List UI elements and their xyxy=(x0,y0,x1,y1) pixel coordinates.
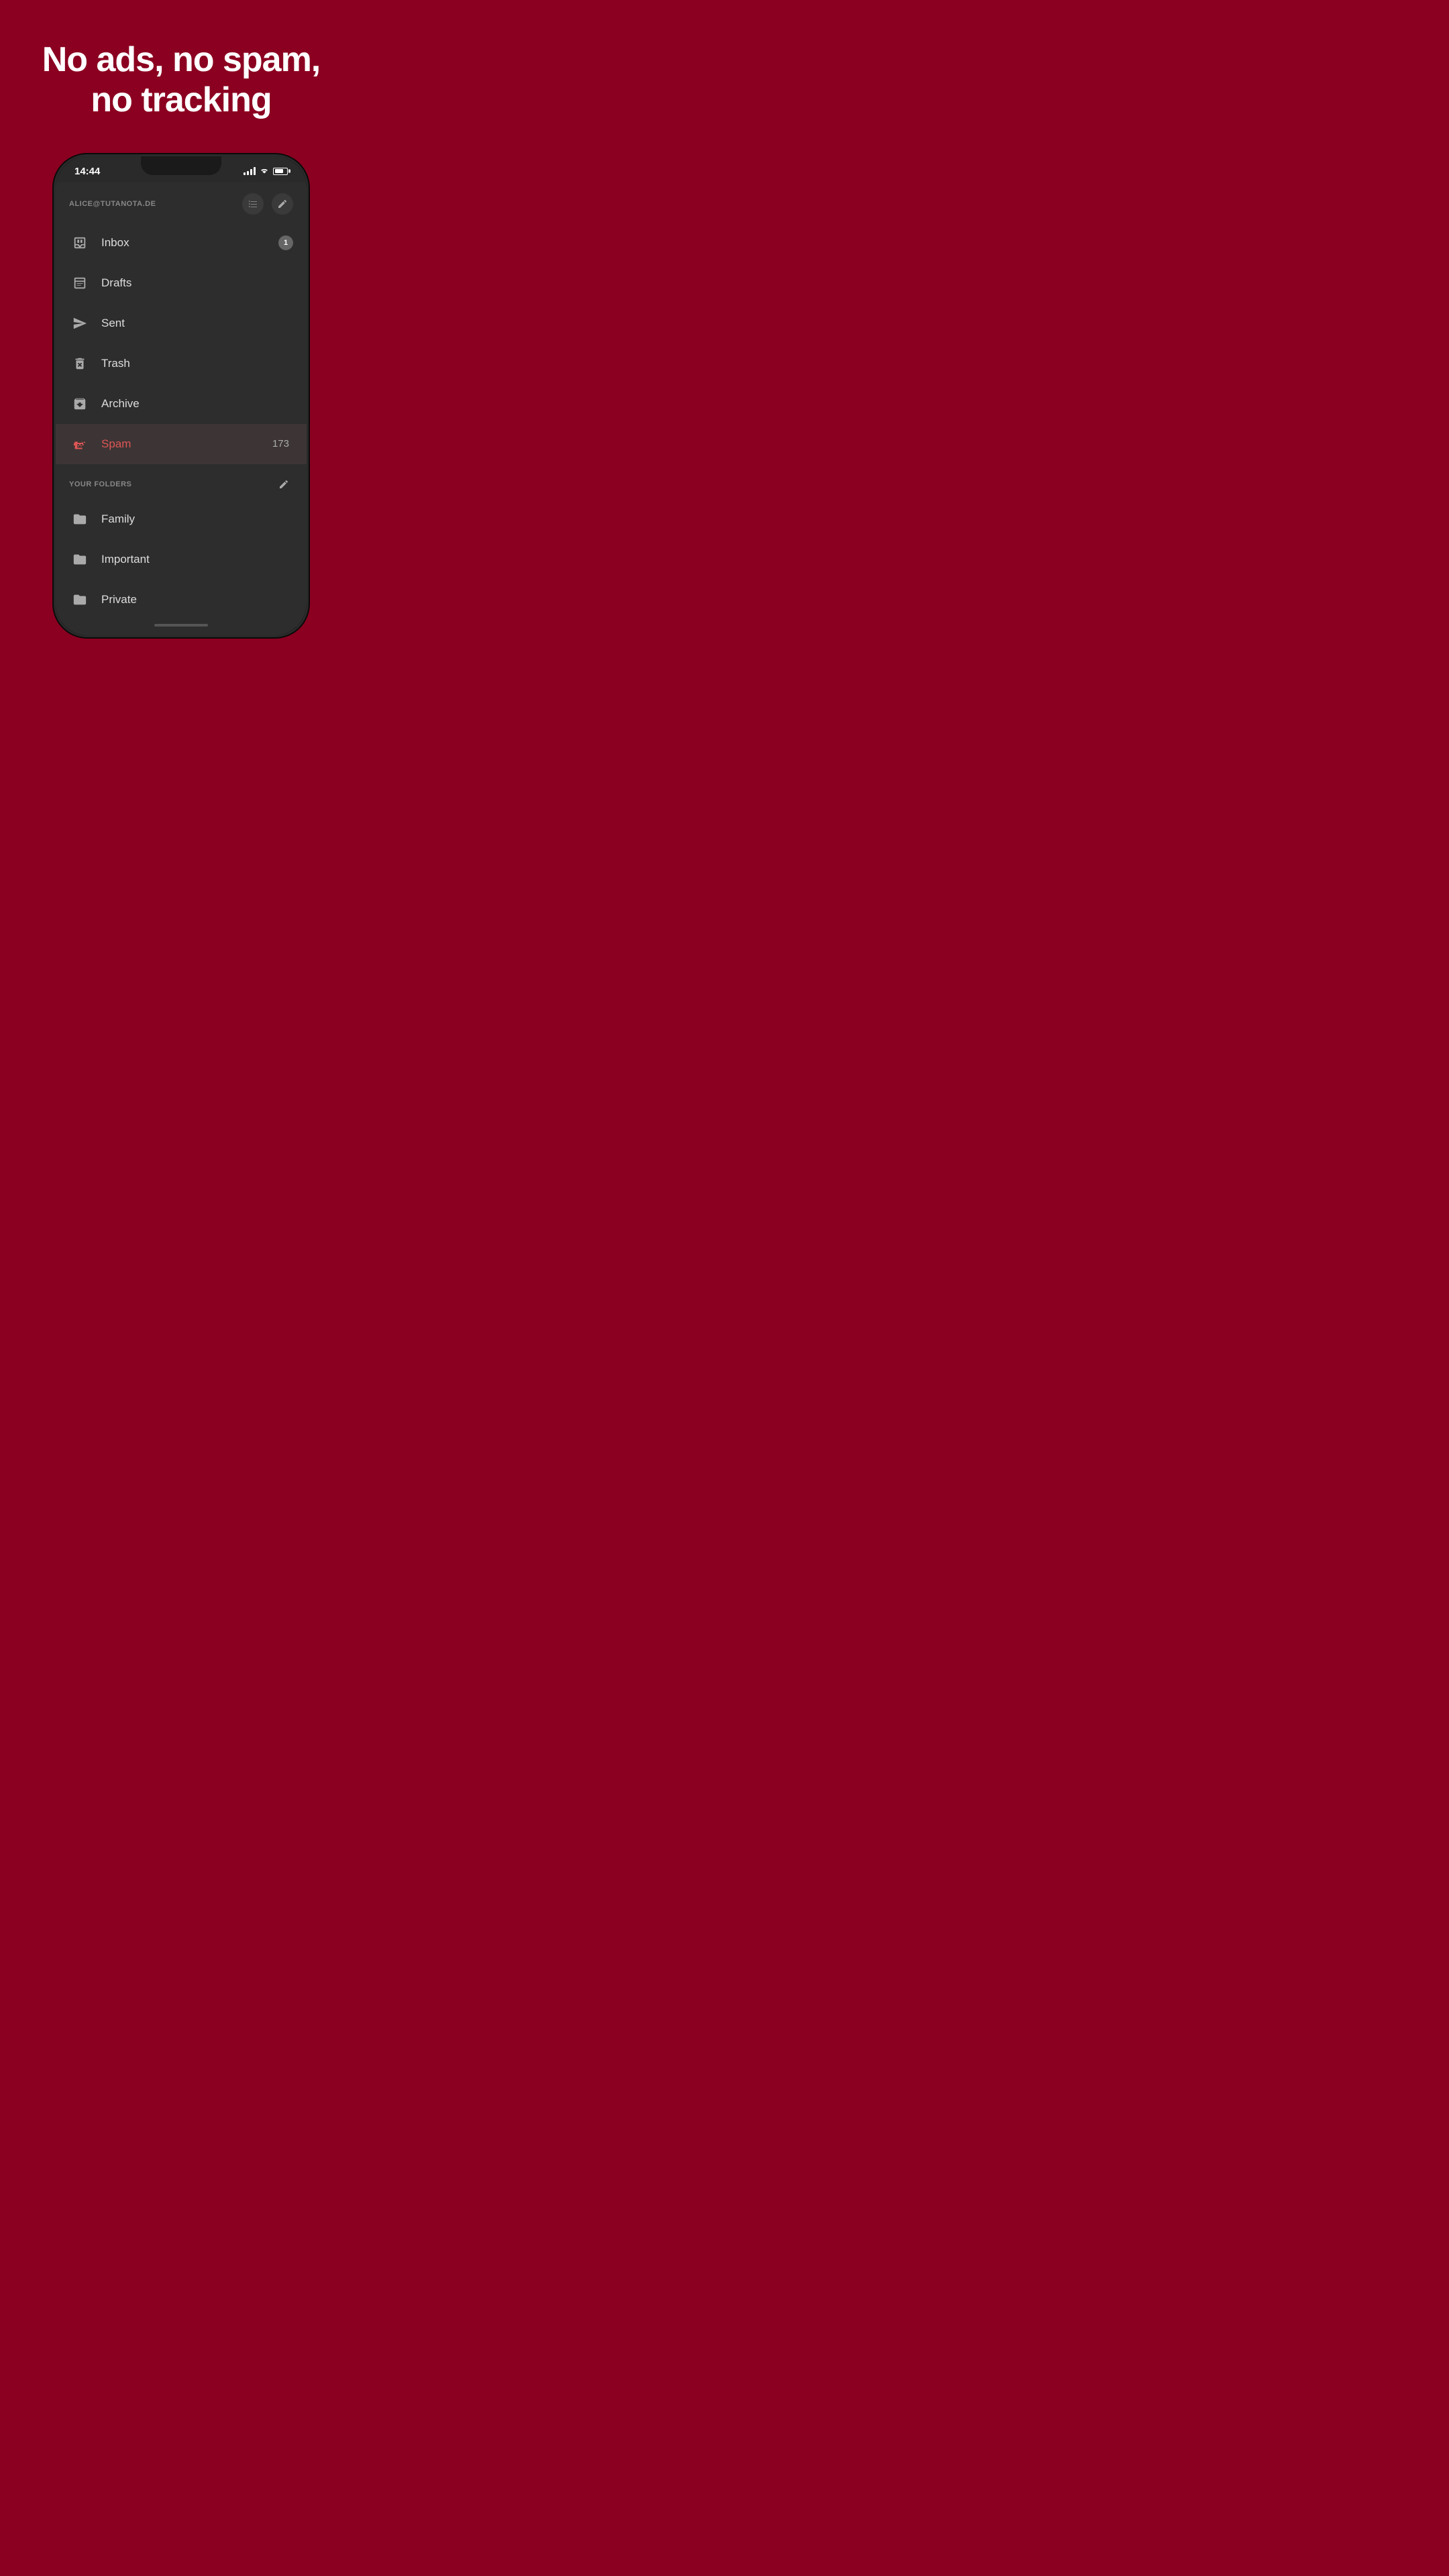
checklist-button[interactable] xyxy=(242,193,264,215)
sent-icon xyxy=(69,313,91,334)
sent-label: Sent xyxy=(101,317,293,330)
drafts-icon xyxy=(69,272,91,294)
edit-icon xyxy=(278,479,289,490)
family-folder-icon xyxy=(69,508,91,530)
private-folder-icon xyxy=(69,589,91,610)
family-label: Family xyxy=(101,513,293,526)
signal-icon xyxy=(244,167,256,175)
important-label: Important xyxy=(101,553,293,566)
nav-items-list: Inbox 1 Drafts xyxy=(56,223,307,615)
phone-mockup: 14:44 xyxy=(54,154,309,637)
sidebar-item-sent[interactable]: Sent xyxy=(56,303,307,343)
sidebar-item-spam[interactable]: Spam 173 xyxy=(56,424,307,464)
drafts-label: Drafts xyxy=(101,276,293,290)
important-folder-icon xyxy=(69,549,91,570)
your-folders-section-header: YOUR FOLDERS xyxy=(56,464,307,499)
checklist-icon xyxy=(248,199,258,209)
status-time: 14:44 xyxy=(74,166,100,177)
inbox-label: Inbox xyxy=(101,236,278,250)
your-folders-title: YOUR FOLDERS xyxy=(69,480,131,488)
sidebar-item-important[interactable]: Important xyxy=(56,539,307,580)
sidebar-item-archive[interactable]: Archive xyxy=(56,384,307,424)
archive-icon xyxy=(69,393,91,415)
header-actions xyxy=(242,193,293,215)
spam-badge: 173 xyxy=(268,437,293,451)
spam-icon xyxy=(69,433,91,455)
hero-title: No ads, no spam, no tracking xyxy=(27,40,335,121)
sidebar-item-private[interactable]: Private xyxy=(56,580,307,615)
account-email: ALICE@TUTANOTA.DE xyxy=(69,200,156,208)
phone-notch xyxy=(141,156,221,175)
hero-line1: No ads, no spam, xyxy=(42,40,321,79)
sidebar-item-inbox[interactable]: Inbox 1 xyxy=(56,223,307,263)
phone-screen: 14:44 xyxy=(56,156,307,635)
hero-section: No ads, no spam, no tracking xyxy=(0,0,362,148)
battery-icon xyxy=(273,168,288,175)
private-label: Private xyxy=(101,593,293,606)
sidebar-item-trash[interactable]: Trash xyxy=(56,343,307,384)
trash-label: Trash xyxy=(101,357,293,370)
spam-label: Spam xyxy=(101,437,268,451)
sidebar-item-family[interactable]: Family xyxy=(56,499,307,539)
wifi-icon xyxy=(260,166,269,176)
hero-line2: no tracking xyxy=(91,80,271,119)
archive-label: Archive xyxy=(101,397,293,411)
trash-icon xyxy=(69,353,91,374)
sidebar-item-drafts[interactable]: Drafts xyxy=(56,263,307,303)
inbox-badge: 1 xyxy=(278,235,293,250)
home-indicator xyxy=(56,615,307,635)
drawer-header: ALICE@TUTANOTA.DE xyxy=(56,182,307,223)
status-icons xyxy=(244,166,288,176)
home-bar xyxy=(154,624,208,627)
inbox-icon xyxy=(69,232,91,254)
compose-icon xyxy=(277,199,288,209)
compose-button[interactable] xyxy=(272,193,293,215)
edit-folders-button[interactable] xyxy=(274,475,293,494)
navigation-drawer: ALICE@TUTANOTA.DE xyxy=(56,182,307,635)
phone-frame: 14:44 xyxy=(54,154,309,637)
